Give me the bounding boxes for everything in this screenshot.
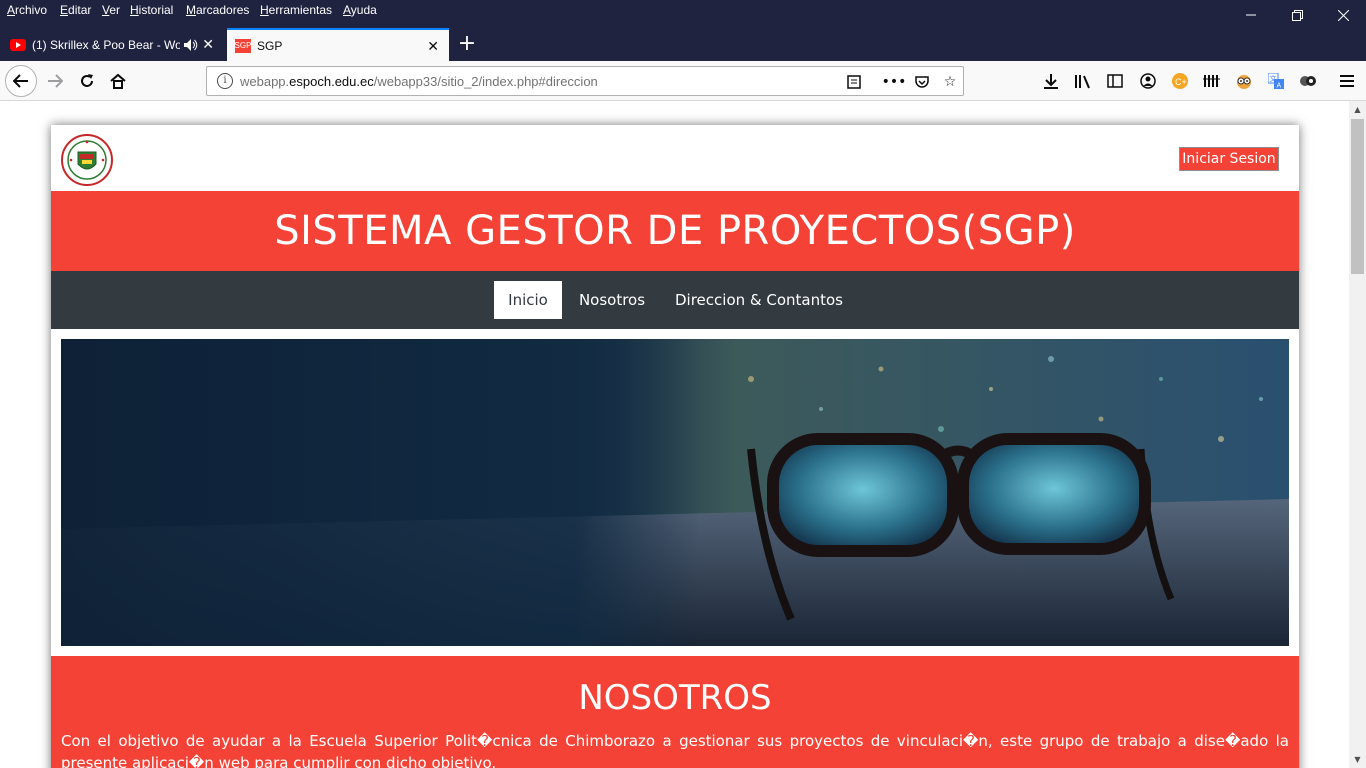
scroll-up-icon[interactable]: ▲ (1349, 101, 1366, 118)
tab-bar: (1) Skrillex & Poo Bear - Wo ✕ SGP SGP ✕… (0, 22, 1366, 61)
tab-youtube[interactable]: (1) Skrillex & Poo Bear - Wo ✕ (0, 28, 224, 61)
account-icon[interactable] (1138, 71, 1158, 91)
url-domain: espoch.edu.ec (289, 74, 374, 89)
site-navigation: Inicio Nosotros Direccion & Contantos (51, 271, 1299, 329)
minimize-icon (1246, 14, 1256, 16)
page-viewport: Iniciar Sesion SISTEMA GESTOR DE PROYECT… (0, 101, 1349, 768)
bookmark-star-icon[interactable]: ☆ (939, 71, 961, 93)
page-actions-icon[interactable]: ••• (882, 71, 907, 93)
extension-coupon-icon[interactable]: C+ (1170, 71, 1190, 91)
extension-owl-icon[interactable] (1234, 71, 1254, 91)
navigation-toolbar: i webapp.espoch.edu.ec/webapp33/sitio_2/… (0, 61, 1366, 101)
new-tab-icon[interactable]: + (456, 28, 478, 58)
menu-archivo[interactable]: Archivo (7, 3, 47, 17)
vertical-scrollbar[interactable]: ▲ ▼ (1349, 101, 1366, 768)
reader-view-icon[interactable] (843, 71, 865, 93)
nosotros-section: NOSOTROS Con el objetivo de ayudar a la … (51, 656, 1299, 768)
close-icon[interactable]: ✕ (427, 39, 439, 53)
nav-direccion-contactos[interactable]: Direccion & Contantos (667, 281, 851, 319)
scrollbar-thumb[interactable] (1351, 119, 1364, 274)
extension-grid-icon[interactable] (1202, 71, 1222, 91)
menu-bar: Archivo Editar Ver Historial Marcadores … (0, 0, 1366, 22)
youtube-icon (10, 38, 26, 51)
sgp-favicon-icon: SGP (235, 38, 251, 53)
restore-icon (1291, 9, 1303, 21)
url-path: /webapp33/sitio_2/index.php#direccion (373, 74, 598, 89)
site-header: Iniciar Sesion (51, 125, 1299, 191)
menu-ver[interactable]: Ver (102, 3, 120, 17)
nosotros-title: NOSOTROS (578, 678, 772, 718)
menu-ayuda[interactable]: Ayuda (343, 3, 377, 17)
home-button[interactable] (103, 66, 133, 96)
menu-editar[interactable]: Editar (60, 3, 91, 17)
extension-toggle-icon[interactable] (1298, 71, 1318, 91)
tab-title: (1) Skrillex & Poo Bear - Wo (32, 37, 180, 52)
login-button[interactable]: Iniciar Sesion (1179, 147, 1279, 171)
hamburger-menu-icon[interactable] (1337, 71, 1357, 91)
download-icon[interactable] (1041, 71, 1061, 91)
tab-title: SGP (257, 38, 283, 53)
title-banner: SISTEMA GESTOR DE PROYECTOS(SGP) (51, 191, 1299, 271)
tab-sgp[interactable]: SGP SGP ✕ (227, 28, 449, 61)
reload-icon (81, 74, 93, 87)
url-text[interactable]: webapp.espoch.edu.ec/webapp33/sitio_2/in… (240, 74, 598, 89)
nav-nosotros[interactable]: Nosotros (567, 281, 657, 319)
url-prefix: webapp. (240, 74, 290, 89)
arrow-right-icon (48, 74, 63, 88)
close-icon[interactable]: ✕ (202, 37, 214, 51)
menu-herramientas[interactable]: Herramientas (260, 3, 332, 17)
speaker-icon[interactable] (184, 39, 198, 51)
page-container: Iniciar Sesion SISTEMA GESTOR DE PROYECT… (51, 125, 1299, 768)
svg-text:文: 文 (1270, 74, 1277, 83)
home-icon (110, 73, 126, 89)
pocket-icon[interactable] (911, 71, 933, 93)
url-bar[interactable]: i webapp.espoch.edu.ec/webapp33/sitio_2/… (206, 66, 964, 96)
svg-text:C+: C+ (1175, 77, 1187, 87)
svg-text:A: A (1277, 83, 1282, 90)
espoch-logo (61, 134, 113, 186)
nav-inicio[interactable]: Inicio (494, 281, 562, 319)
reload-button[interactable] (72, 66, 102, 96)
menu-historial[interactable]: Historial (130, 3, 173, 17)
info-icon[interactable]: i (217, 73, 233, 89)
library-icon[interactable] (1073, 71, 1093, 91)
translate-icon[interactable]: 文A (1266, 71, 1286, 91)
nosotros-text: Con el objetivo de ayudar a la Escuela S… (61, 732, 1289, 768)
scroll-down-icon[interactable]: ▼ (1349, 751, 1366, 768)
menu-marcadores[interactable]: Marcadores (186, 3, 249, 17)
arrow-left-icon (13, 74, 28, 88)
forward-button[interactable] (40, 66, 70, 96)
sidebar-icon[interactable] (1105, 71, 1125, 91)
site-title: SISTEMA GESTOR DE PROYECTOS(SGP) (274, 208, 1076, 254)
close-icon (1337, 9, 1349, 21)
back-button[interactable] (5, 65, 37, 97)
hero-image (61, 339, 1289, 646)
